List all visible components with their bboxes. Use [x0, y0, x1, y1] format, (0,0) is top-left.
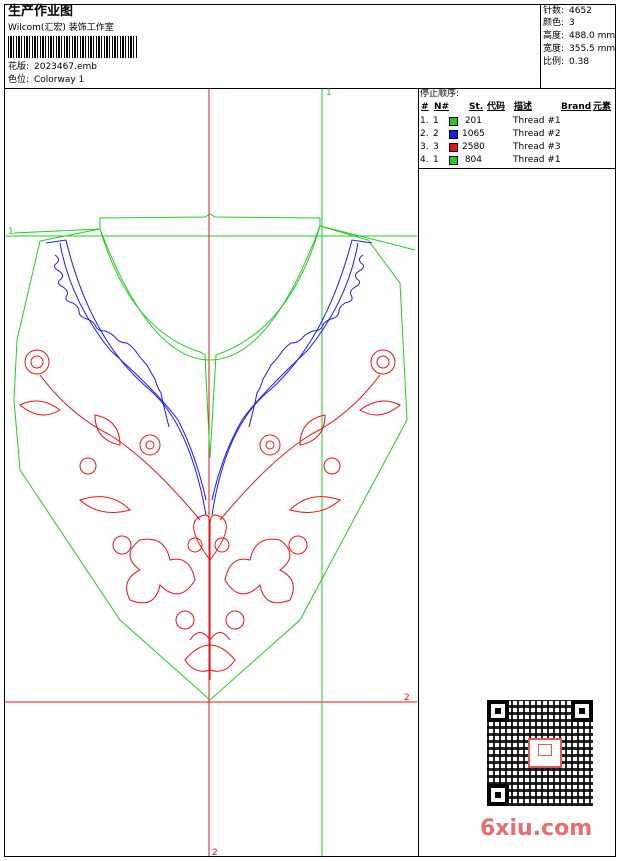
leaf-right-3	[289, 496, 341, 513]
collar-inner-right	[211, 242, 359, 501]
spiral-left-mid	[139, 434, 161, 456]
qr-finder-top-right	[571, 700, 593, 722]
qr-seal-logo	[528, 738, 562, 768]
spiral-left-5	[175, 610, 195, 630]
collar-scroll-right	[248, 254, 365, 428]
top-band-line-right	[319, 225, 416, 251]
inner-neck-outline	[99, 225, 321, 459]
stem-left	[39, 374, 201, 521]
spiral-right-low	[323, 457, 341, 475]
spiral-left-low	[79, 457, 97, 475]
lotus-petal-right	[209, 632, 231, 641]
leaf-left-2	[94, 414, 121, 446]
guide-label-red-right: 2	[404, 693, 410, 703]
spiral-left-4	[112, 535, 132, 555]
neck-inner-curve	[99, 225, 321, 361]
watermark-text: 6xiu.com	[480, 816, 593, 841]
flower-right	[224, 538, 294, 604]
spiral-right-5	[225, 610, 245, 630]
guide-label-red-bottom: 2	[212, 848, 218, 858]
qr-finder-top-left	[487, 700, 509, 722]
lotus-petal-left	[189, 632, 211, 641]
leaf-left-1	[19, 400, 61, 416]
leaf-right-2	[299, 414, 326, 446]
qr-finder-bottom-left	[487, 784, 509, 806]
spiral-left-top	[24, 349, 50, 375]
flower-left	[126, 538, 196, 604]
spiral-right-4	[288, 535, 308, 555]
stem-right	[219, 374, 381, 521]
leaf-right-1	[359, 400, 401, 416]
spiral-right-mid	[259, 434, 281, 456]
spiral-right-top	[370, 349, 396, 375]
collar-scroll-left	[53, 254, 170, 428]
top-band-line	[13, 228, 101, 234]
guide-label-green-top: 1	[326, 88, 332, 98]
leaf-left-3	[79, 496, 131, 513]
red-floral-motif	[19, 349, 401, 680]
guide-label-green-left: 1	[8, 227, 14, 237]
